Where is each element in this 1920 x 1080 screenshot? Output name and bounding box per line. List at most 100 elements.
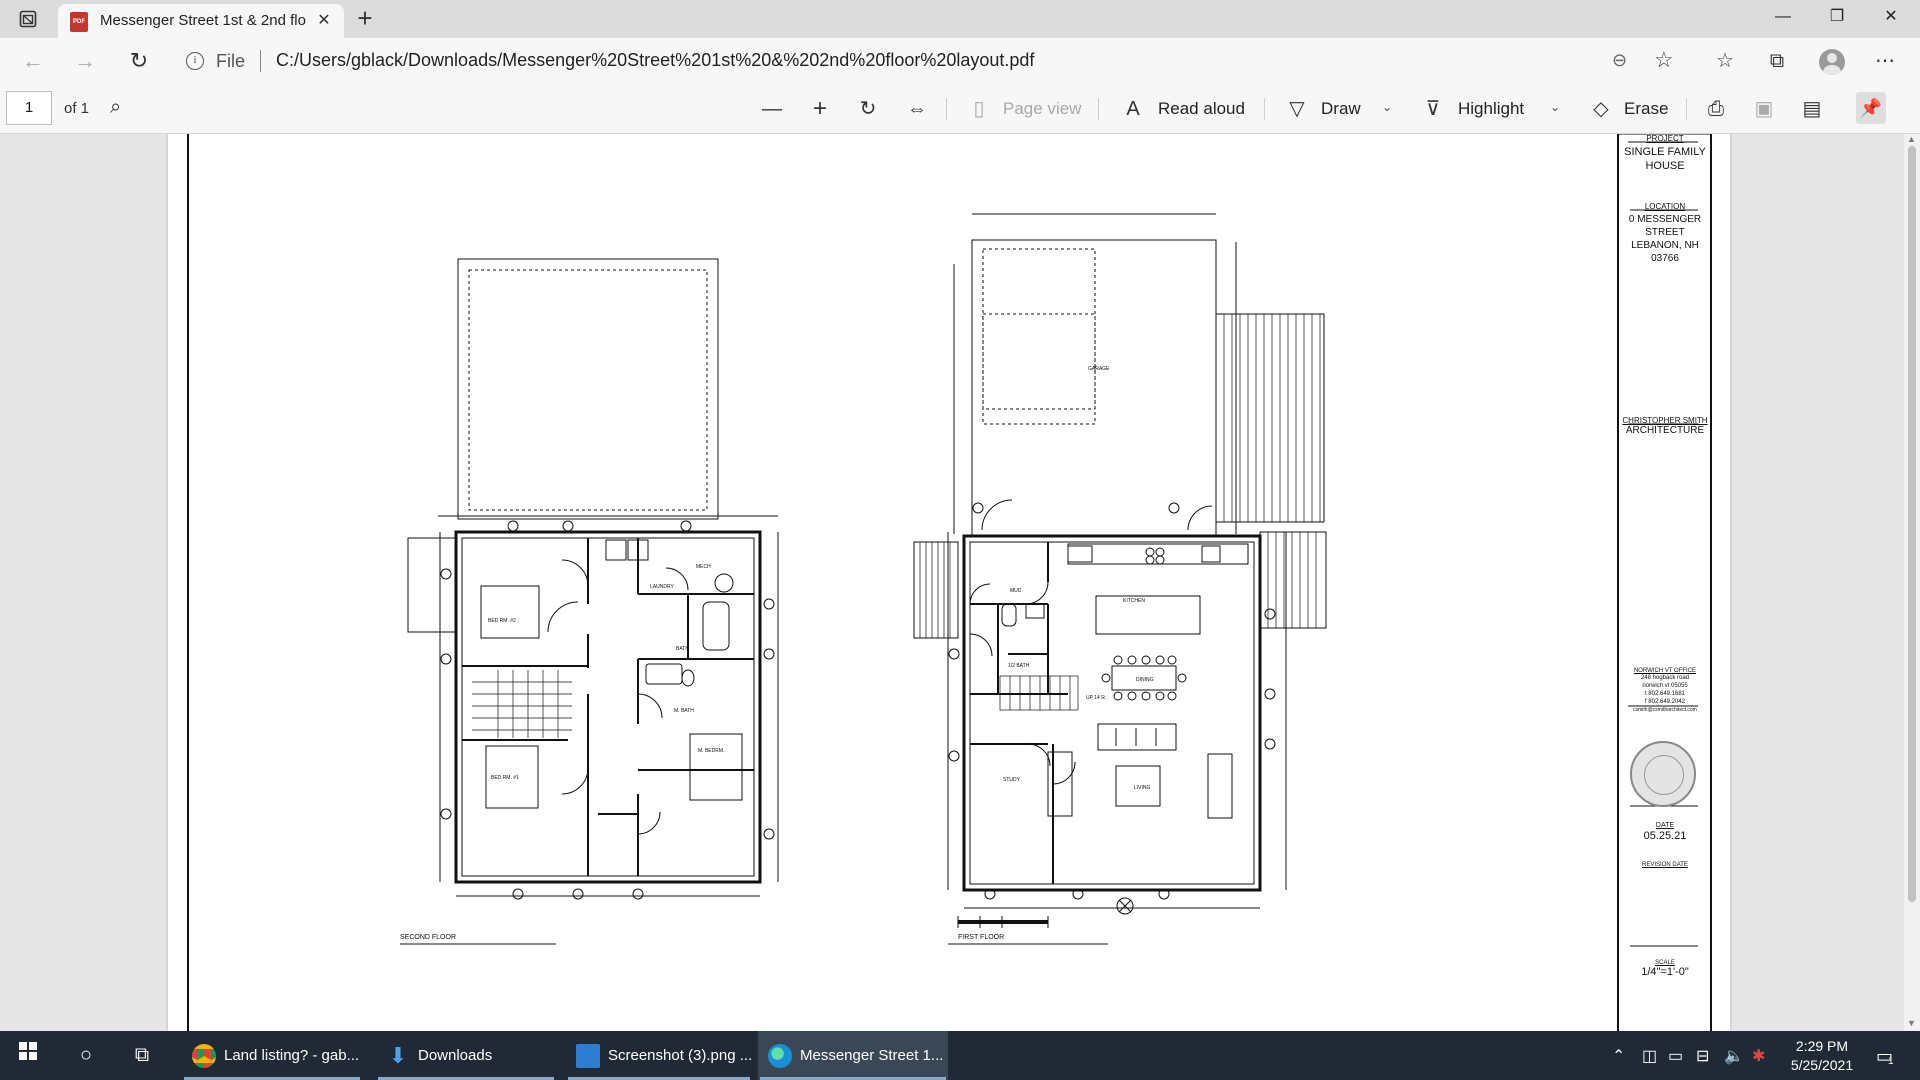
favorites-icon[interactable]: ☆ (1710, 46, 1740, 76)
office-line-3: t 802.649.1681 (1644, 691, 1686, 697)
url-field[interactable]: i File C:/Users/gblack/Downloads/Messeng… (172, 44, 1712, 78)
close-window-button[interactable]: ✕ (1868, 2, 1914, 32)
highlight-options-chevron-icon[interactable]: ⌄ (1550, 100, 1560, 114)
read-aloud-button[interactable]: Read aloud (1158, 99, 1245, 119)
url-separator (260, 50, 261, 72)
taskbar-app-chrome[interactable]: Land listing? - gab... (182, 1031, 362, 1080)
search-icon[interactable]: ⌕ (110, 96, 121, 119)
highlight-button[interactable]: Highlight (1458, 99, 1524, 119)
toolbar-divider (946, 98, 947, 120)
zoom-in-button[interactable]: + (808, 96, 832, 122)
svg-text:BED RM. #2: BED RM. #2 (488, 618, 516, 624)
revision-heading: REVISION DATE (1642, 862, 1688, 868)
date-block: DATE 05.25.21 (1620, 822, 1710, 843)
draw-icon: ▽ (1289, 98, 1305, 120)
toolbar-divider (1686, 98, 1687, 120)
svg-text:1/2 BATH: 1/2 BATH (1008, 663, 1030, 669)
notification-center-icon[interactable]: ▭ 1 (1876, 1046, 1894, 1067)
collections-icon[interactable]: ⧉ (1762, 46, 1792, 76)
photos-icon (576, 1044, 600, 1068)
system-clock[interactable]: 2:29 PM 5/25/2021 (1776, 1037, 1868, 1075)
save-as-icon[interactable]: ▤ (1800, 96, 1824, 122)
scale-value: 1/4"=1'-0" (1641, 966, 1689, 978)
rotate-icon[interactable]: ↻ (856, 96, 880, 122)
tab-messenger-pdf[interactable]: PDF Messenger Street 1st & 2nd floo ✕ (58, 4, 344, 38)
refresh-icon[interactable]: ↻ (124, 47, 154, 75)
network-icon[interactable]: ⊟ (1696, 1046, 1709, 1066)
architect-seal-icon (1630, 741, 1696, 807)
tray-overflow-icon[interactable]: ⌃ (1612, 1046, 1625, 1066)
zoom-out-icon[interactable]: ⊖ (1612, 50, 1627, 71)
erase-button[interactable]: Erase (1624, 99, 1668, 119)
draw-button[interactable]: Draw (1321, 99, 1361, 119)
scale-block: SCALE 1/4"=1'-0" (1620, 960, 1710, 978)
new-tab-button[interactable]: + (352, 5, 378, 32)
clock-date: 5/25/2021 (1790, 1057, 1854, 1073)
task-view-icon[interactable]: ⧉ (118, 1031, 166, 1080)
tab-actions-icon[interactable] (18, 9, 38, 29)
pdf-viewer[interactable]: BED RM. #2 BED RM. #1 M. BEDRM. LAUNDRY … (0, 134, 1904, 1031)
notification-count: 1 (1888, 1056, 1894, 1067)
date-value: 05.25.21 (1643, 830, 1687, 842)
first-floor-label: FIRST FLOOR (958, 934, 1005, 941)
info-icon[interactable]: i (186, 52, 204, 70)
pin-toolbar-icon[interactable]: 📌 (1856, 92, 1886, 124)
search-circle-icon[interactable]: ○ (62, 1031, 110, 1080)
url-text[interactable]: C:/Users/gblack/Downloads/Messenger%20St… (276, 50, 1034, 71)
meet-now-icon[interactable]: ◫ (1642, 1046, 1657, 1066)
svg-text:UP 14 R.: UP 14 R. (1086, 695, 1106, 701)
office-line-1: 248 hogback road (1640, 675, 1690, 681)
volume-icon[interactable]: 🔈 (1724, 1046, 1744, 1066)
svg-text:MUD: MUD (1010, 588, 1022, 594)
firm-name: CHRISTOPHER SMITH (1622, 416, 1708, 425)
print-icon[interactable]: ⎙ (1704, 96, 1728, 122)
project-line-1: SINGLE FAMILY (1624, 146, 1706, 158)
page-view-button: Page view (1003, 99, 1082, 118)
toolbar-divider (1264, 98, 1265, 120)
taskbar-app-photos[interactable]: Screenshot (3).png ... (566, 1031, 752, 1080)
minimize-button[interactable]: — (1760, 2, 1806, 32)
taskbar-app-downloads[interactable]: ⬇ Downloads (376, 1031, 556, 1080)
back-arrow-icon[interactable]: ← (18, 47, 48, 75)
profile-avatar[interactable] (1819, 49, 1845, 75)
toolbar-divider (1098, 98, 1099, 120)
firm-block: CHRISTOPHER SMITH ARCHITECTURE (1620, 416, 1710, 436)
pdf-icon: PDF (70, 12, 88, 32)
add-favorite-icon[interactable]: ☆ (1654, 47, 1674, 73)
page-count: of 1 (64, 100, 90, 117)
scrollbar-thumb[interactable] (1908, 146, 1916, 902)
office-line-4: f 802.649.2042 (1644, 699, 1686, 705)
project-line-2: HOUSE (1645, 160, 1685, 172)
chrome-gmail-icon (192, 1044, 216, 1068)
svg-text:GARAGE: GARAGE (1088, 366, 1110, 372)
page-number-input[interactable]: 1 (6, 91, 52, 125)
office-line-2: norwich vt 05055 (1642, 683, 1688, 689)
location-line-4: 03766 (1651, 253, 1679, 264)
forward-arrow-icon[interactable]: → (70, 47, 100, 75)
scroll-up-icon[interactable]: ▲ (1907, 134, 1916, 144)
restore-button[interactable]: ❐ (1814, 2, 1860, 32)
scroll-down-icon[interactable]: ▼ (1907, 1018, 1916, 1028)
location-line-2: STREET (1645, 227, 1685, 238)
location-block: LOCATION 0 MESSENGER STREET LEBANON, NH … (1620, 202, 1710, 265)
fit-to-page-icon[interactable]: ⇔ (904, 96, 930, 122)
vertical-scrollbar[interactable]: ▲ ▼ (1904, 134, 1920, 1031)
taskbar-app-label: Land listing? - gab... (224, 1047, 360, 1064)
page-view-icon: ▯ (973, 98, 985, 120)
close-tab-icon[interactable]: ✕ (314, 11, 334, 31)
second-floor-label: SECOND FLOOR (400, 934, 457, 941)
project-heading: PROJECT (1646, 134, 1684, 143)
office-block: NORWICH VT OFFICE 248 hogback road norwi… (1620, 668, 1710, 714)
draw-options-chevron-icon[interactable]: ⌄ (1382, 100, 1392, 114)
app-alert-icon[interactable]: ✱ (1752, 1046, 1765, 1066)
battery-icon[interactable]: ▭ (1668, 1046, 1683, 1066)
zoom-out-button[interactable]: — (760, 96, 784, 122)
taskbar-app-label: Downloads (418, 1047, 493, 1064)
windows-start-icon[interactable] (4, 1031, 52, 1080)
more-menu-icon[interactable]: ⋯ (1870, 46, 1900, 76)
edge-icon (768, 1044, 792, 1068)
clock-time: 2:29 PM (1795, 1038, 1849, 1054)
taskbar-app-label: Screenshot (3).png ... (608, 1047, 753, 1064)
taskbar-app-edge[interactable]: Messenger Street 1... (758, 1031, 948, 1080)
office-email: csmith@csmitharchitect.com (1633, 707, 1697, 713)
